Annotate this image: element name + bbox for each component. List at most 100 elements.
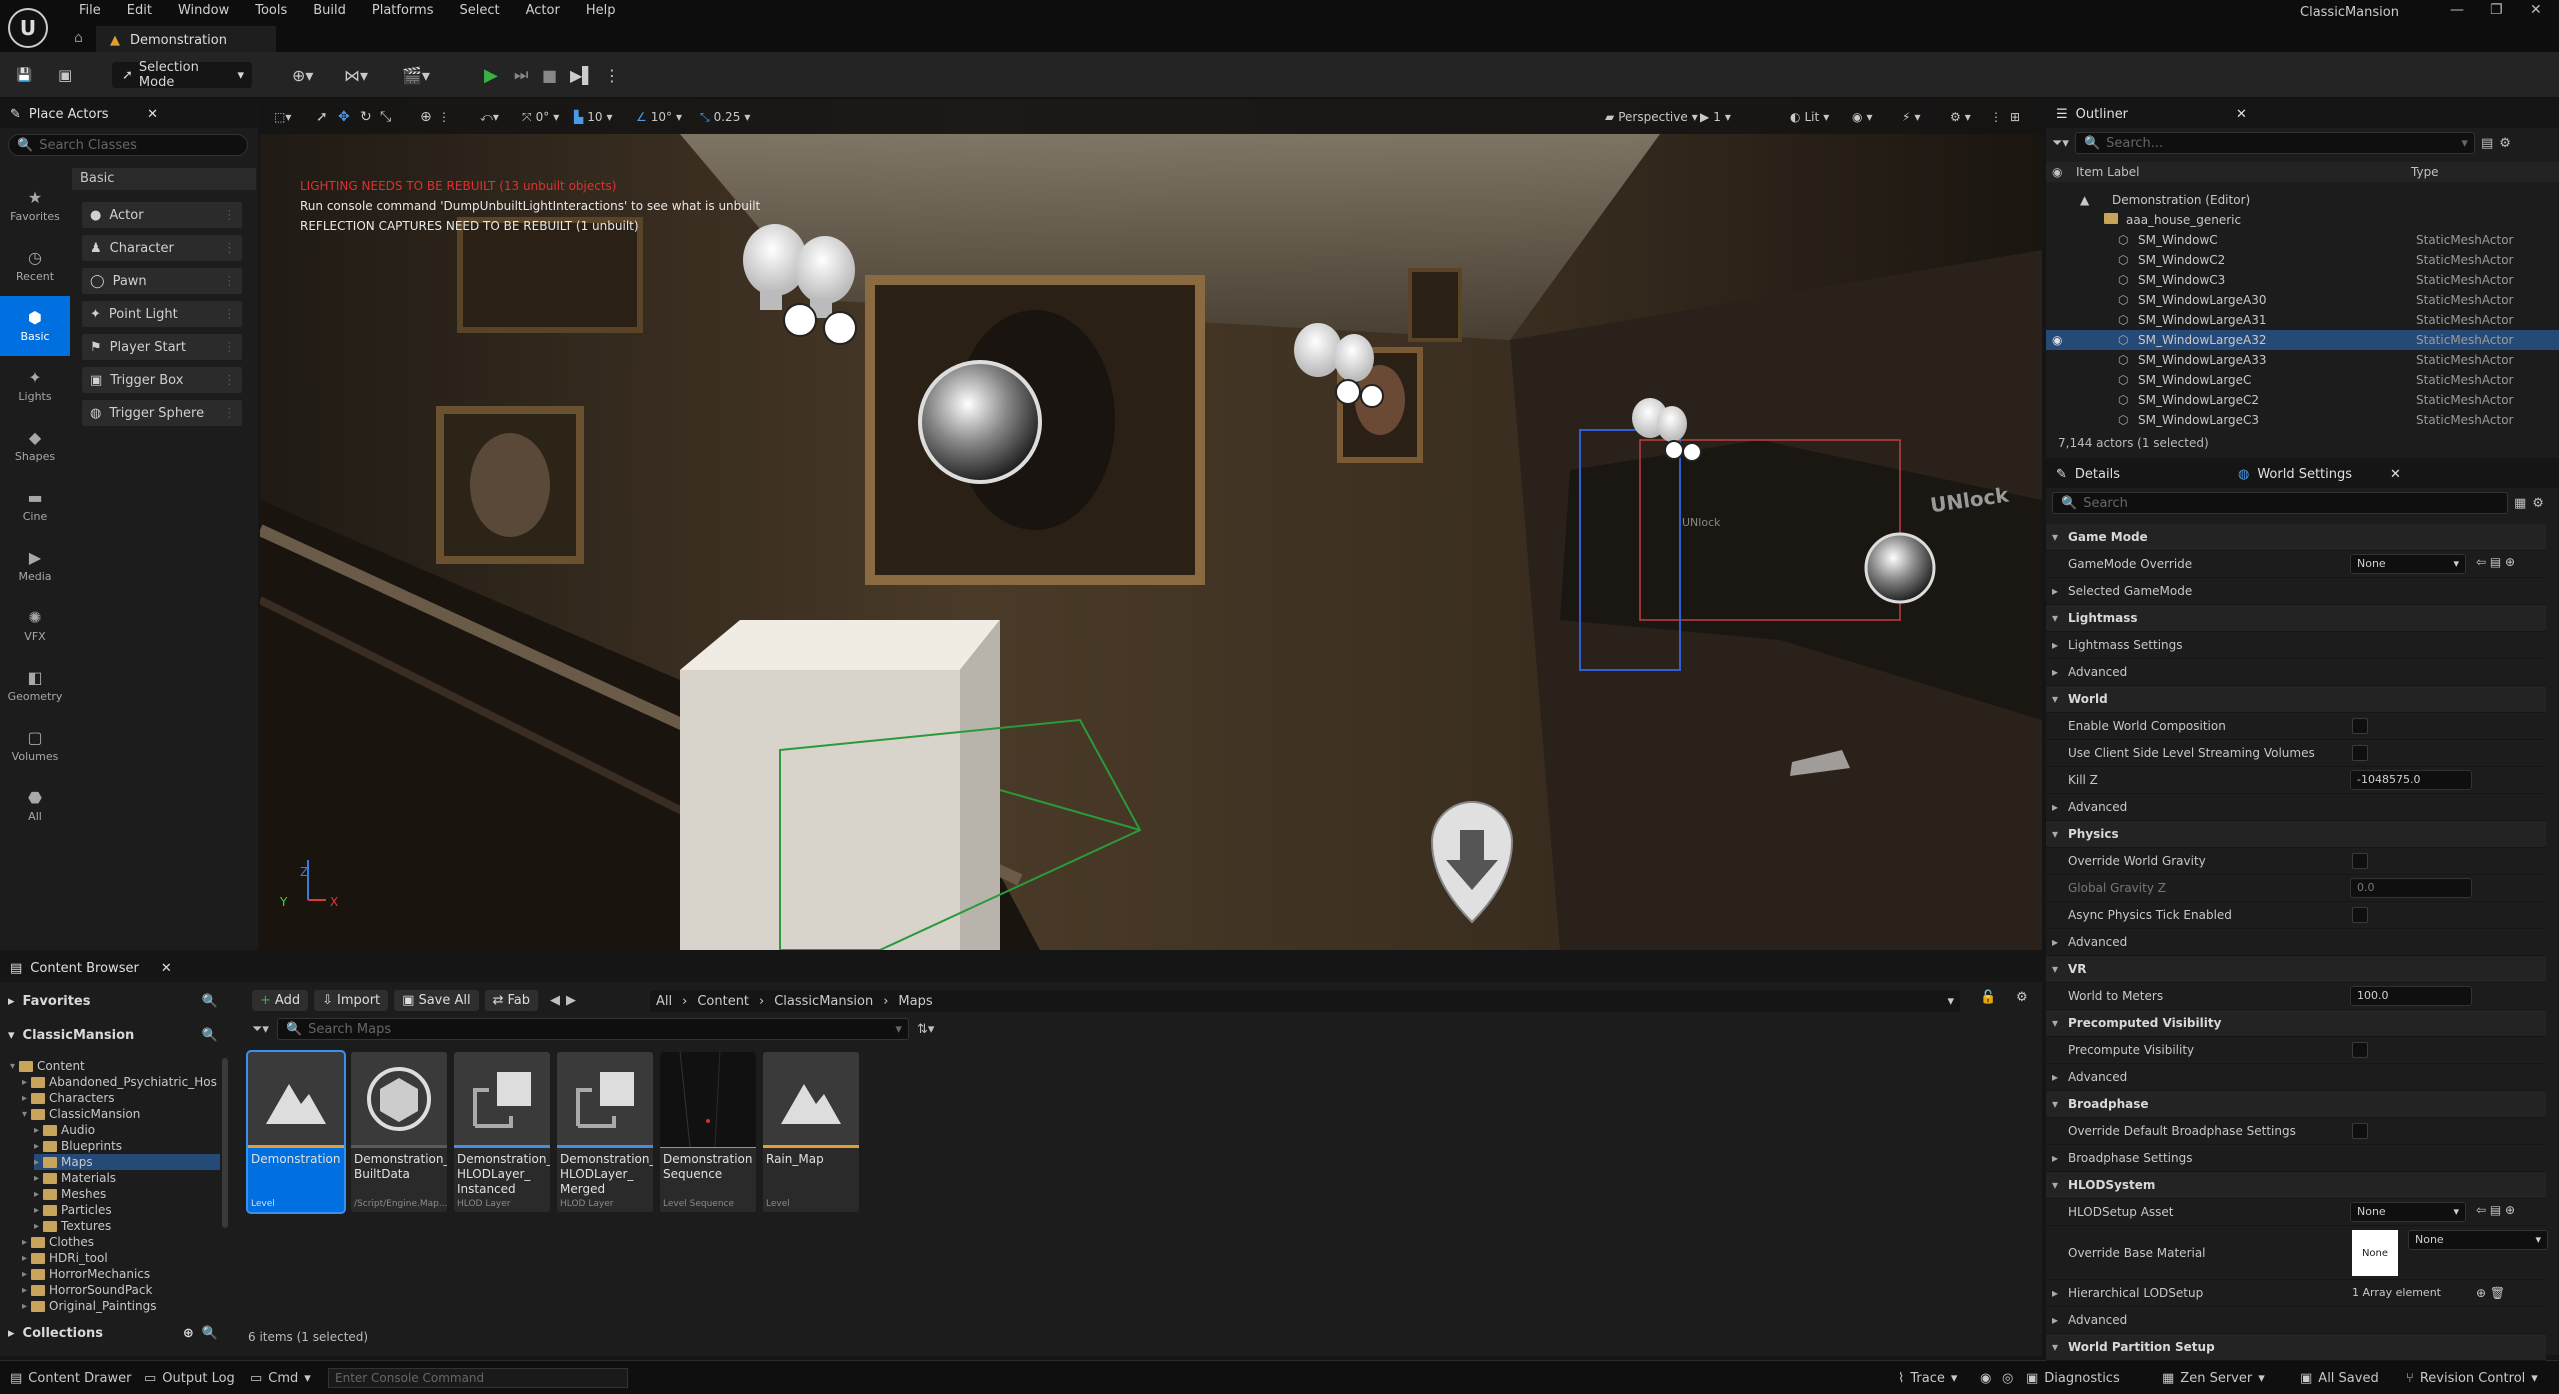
actor-item-trigger-box[interactable]: ▣ Trigger Box ⋮: [82, 367, 242, 393]
category-vfx[interactable]: ✺ VFX: [0, 596, 70, 656]
world-space-icon[interactable]: ⊕: [420, 107, 432, 127]
category-all[interactable]: ⬣ All: [0, 776, 70, 836]
chevron-down-icon[interactable]: ▾: [2052, 1178, 2058, 1192]
property-select[interactable]: None ▾: [2350, 1202, 2466, 1222]
world-settings-tab[interactable]: World Settings: [2257, 467, 2352, 482]
details-search-input[interactable]: 🔍 Search: [2052, 492, 2508, 514]
material-select[interactable]: None ▾: [2408, 1230, 2548, 1250]
close-tab-icon[interactable]: ✕: [147, 107, 158, 122]
material-swatch[interactable]: None: [2352, 1230, 2398, 1276]
details-row[interactable]: ▾ Precomputed Visibility: [2046, 1010, 2546, 1037]
menu-build[interactable]: Build: [300, 0, 359, 22]
asset-tile[interactable]: Demonstration_ BuiltData/Script/Engine.M…: [351, 1052, 447, 1212]
asset-search-input[interactable]: 🔍 Search Maps ▾: [276, 1018, 909, 1040]
trace-dropdown[interactable]: ⌇ Trace ▾: [1898, 1368, 1957, 1388]
table-view-icon[interactable]: ▦: [2514, 496, 2526, 511]
minimize-icon[interactable]: —: [2450, 2, 2464, 18]
tree-item[interactable]: ▸ Materials: [34, 1170, 220, 1186]
outliner-row[interactable]: ⬡ SM_WindowLargeC3 StaticMeshActor: [2046, 410, 2559, 430]
selection-mode-dropdown[interactable]: ➚ Selection Mode ▾: [112, 60, 252, 90]
category-shapes[interactable]: ◆ Shapes: [0, 416, 70, 476]
chevron-right-icon[interactable]: ▸: [2052, 1313, 2058, 1327]
layout-grid-icon[interactable]: ⊞: [2010, 107, 2020, 127]
menu-select[interactable]: Select: [447, 0, 513, 22]
breadcrumb-classicmansion[interactable]: ClassicMansion: [774, 994, 873, 1009]
details-row[interactable]: ▾ Game Mode: [2046, 524, 2546, 551]
save-icon[interactable]: 💾: [16, 62, 32, 88]
details-row[interactable]: ▸ Broadphase Settings: [2046, 1145, 2546, 1172]
actor-item-player-start[interactable]: ⚑ Player Start ⋮: [82, 334, 242, 360]
gear-icon[interactable]: ⚙: [2016, 990, 2028, 1005]
details-row[interactable]: ▾ Lightmass: [2046, 605, 2546, 632]
import-button[interactable]: ⇩ Import: [314, 989, 389, 1011]
grid-snap-toggle[interactable]: ⤧ 0° ▾: [522, 107, 559, 127]
property-checkbox[interactable]: [2352, 718, 2368, 734]
revision-control-dropdown[interactable]: ⑂ Revision Control ▾: [2406, 1368, 2538, 1388]
details-row[interactable]: ▾ World: [2046, 686, 2546, 713]
property-checkbox[interactable]: [2352, 907, 2368, 923]
filter-icon[interactable]: ⏷▾: [2052, 136, 2069, 151]
close-tab-icon[interactable]: ✕: [161, 961, 172, 976]
collections-section[interactable]: ▸ Collections ⊕ 🔍: [8, 1320, 218, 1346]
chevron-down-icon[interactable]: ▾: [2052, 611, 2058, 625]
visibility-column-icon[interactable]: ◉: [2052, 165, 2062, 179]
chevron-down-icon[interactable]: ▾: [2052, 692, 2058, 706]
outliner-search-input[interactable]: 🔍 Search... ▾: [2074, 132, 2475, 154]
chevron-down-icon[interactable]: ▾: [2052, 962, 2058, 976]
save-all-button[interactable]: ▣ Save All: [394, 989, 479, 1011]
favorites-section[interactable]: ▸ Favorites 🔍: [8, 988, 218, 1014]
tree-scrollbar[interactable]: [222, 1058, 228, 1228]
search-classes-input[interactable]: 🔍 Search Classes: [8, 134, 248, 156]
cmd-dropdown[interactable]: ▭ Cmd ▾: [250, 1368, 311, 1388]
actor-item-character[interactable]: ♟ Character ⋮: [82, 235, 242, 261]
menu-window[interactable]: Window: [165, 0, 242, 22]
tree-item[interactable]: ▸ HorrorSoundPack: [22, 1282, 220, 1298]
search-icon[interactable]: 🔍: [202, 994, 218, 1009]
menu-tools[interactable]: Tools: [242, 0, 300, 22]
outliner-folder-row[interactable]: aaa_house_generic: [2046, 210, 2559, 230]
menu-actor[interactable]: Actor: [513, 0, 573, 22]
fab-button[interactable]: ⇄ Fab: [484, 989, 539, 1011]
details-row[interactable]: ▾ World Partition Setup: [2046, 1334, 2546, 1361]
perspective-dropdown[interactable]: ▰ Perspective ▾: [1605, 107, 1698, 127]
item-label-column[interactable]: Item Label: [2076, 165, 2140, 179]
gear-icon[interactable]: ⚙: [2499, 136, 2511, 151]
details-row[interactable]: ▸ Hierarchical LODSetup 1 Array element ⊕ 🗑: [2046, 1280, 2546, 1307]
asset-actions-icon[interactable]: ⇦ ▤ ⊕: [2476, 555, 2515, 569]
sort-icon[interactable]: ⇅▾: [917, 1022, 934, 1037]
chevron-right-icon[interactable]: ▸: [2052, 1070, 2058, 1084]
add-actor-icon[interactable]: ⊕▾: [292, 62, 313, 88]
transform-tools-dropdown[interactable]: ⬚▾: [274, 107, 291, 127]
chevron-down-icon[interactable]: ▾: [2052, 530, 2058, 544]
details-row[interactable]: Override Base Material None None ▾: [2046, 1226, 2548, 1280]
scale-tool-icon[interactable]: ⤡: [380, 107, 391, 127]
lock-icon[interactable]: 🔓: [1980, 990, 1996, 1005]
outliner-row[interactable]: ⬡ SM_WindowLargeA31 StaticMeshActor: [2046, 310, 2559, 330]
details-row[interactable]: ▾ Broadphase: [2046, 1091, 2546, 1118]
tree-item[interactable]: ▸ Blueprints: [34, 1138, 220, 1154]
details-row[interactable]: ▸ Advanced: [2046, 929, 2546, 956]
menu-platforms[interactable]: Platforms: [359, 0, 447, 22]
all-saved-indicator[interactable]: ▣ All Saved: [2300, 1368, 2379, 1388]
chevron-down-icon[interactable]: ▾: [2052, 1097, 2058, 1111]
category-volumes[interactable]: ▢ Volumes: [0, 716, 70, 776]
settings-dropdown[interactable]: ⚙ ▾: [1950, 107, 1971, 127]
property-select[interactable]: None ▾: [2350, 554, 2466, 574]
details-row[interactable]: ▸ Lightmass Settings: [2046, 632, 2546, 659]
breadcrumb-all[interactable]: All: [656, 994, 672, 1009]
chevron-right-icon[interactable]: ▸: [2052, 584, 2058, 598]
step-icon[interactable]: ⏭: [514, 62, 528, 88]
diagnostics-button[interactable]: ▣ Diagnostics: [2026, 1368, 2120, 1388]
property-checkbox[interactable]: [2352, 1123, 2368, 1139]
project-section[interactable]: ▾ ClassicMansion 🔍: [8, 1022, 218, 1048]
more-transform-icon[interactable]: ⋮: [438, 107, 450, 127]
chevron-right-icon[interactable]: ▸: [2052, 935, 2058, 949]
scale-snap-toggle[interactable]: ⤡ 0.25 ▾: [700, 107, 750, 127]
tree-item[interactable]: ▸ Original_Paintings: [22, 1298, 220, 1314]
blueprint-icon[interactable]: ⋈▾: [344, 62, 368, 88]
actor-item-actor[interactable]: ● Actor ⋮: [82, 202, 242, 228]
viewport-more-icon[interactable]: ⋮: [1990, 107, 2002, 127]
type-column[interactable]: Type: [2411, 165, 2439, 179]
record-icon[interactable]: ◉: [1980, 1368, 1991, 1388]
outliner-row[interactable]: ⬡ SM_WindowLargeA33 StaticMeshActor: [2046, 350, 2559, 370]
